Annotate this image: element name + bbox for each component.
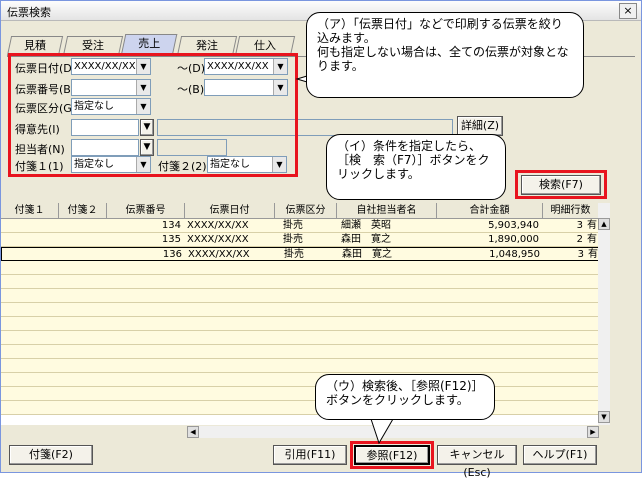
- reference-highlight: [350, 441, 434, 469]
- cell-staff: 細瀬 英昭: [341, 220, 391, 231]
- callout-c: （ウ）検索後、［参照(F12)］ボタンをクリックします。: [315, 374, 495, 420]
- cell-date: XXXX/XX/XX: [188, 249, 250, 260]
- cell-number: 134: [161, 220, 181, 231]
- col-tag1[interactable]: 付箋１: [1, 203, 59, 219]
- table-header: 付箋１ 付箋２ 伝票番号 伝票日付 伝票区分 自社担当者名 合計金額 明細行数: [1, 203, 599, 219]
- horizontal-scrollbar[interactable]: ◀ ▶: [187, 426, 599, 438]
- cell-lines: 2: [576, 234, 583, 245]
- window-title: 伝票検索: [7, 6, 51, 19]
- cell-lines: 3: [576, 220, 583, 231]
- scroll-right-icon[interactable]: ▶: [587, 426, 599, 438]
- table-row-empty: [1, 303, 599, 317]
- table-row-empty: [1, 317, 599, 331]
- table-row[interactable]: 135 XXXX/XX/XX 掛売 森田 寛之 1,890,000 2 有: [1, 233, 599, 247]
- cell-total: 5,903,940: [488, 220, 539, 231]
- cell-staff: 森田 寛之: [342, 249, 392, 260]
- scroll-up-icon[interactable]: ▲: [598, 218, 610, 230]
- table-row[interactable]: 134 XXXX/XX/XX 掛売 細瀬 英昭 5,903,940 3 有: [1, 219, 599, 233]
- close-button[interactable]: ×: [619, 3, 637, 19]
- table-row-empty: [1, 289, 599, 303]
- cancel-button[interactable]: キャンセル(Esc): [437, 445, 517, 479]
- scroll-down-icon[interactable]: ▼: [598, 411, 610, 423]
- callout-a: （ア）「伝票日付」などで印刷する伝票を絞り込みます。 何も指定しない場合は、全て…: [306, 12, 584, 98]
- cell-date: XXXX/XX/XX: [187, 234, 249, 245]
- col-number[interactable]: 伝票番号: [107, 203, 185, 219]
- cell-lines: 3: [577, 249, 584, 260]
- cell-date: XXXX/XX/XX: [187, 220, 249, 231]
- table-row-empty: [1, 275, 599, 289]
- slip-table[interactable]: 付箋１ 付箋２ 伝票番号 伝票日付 伝票区分 自社担当者名 合計金額 明細行数 …: [1, 203, 599, 425]
- table-row-empty: [1, 373, 599, 387]
- cell-total: 1,048,950: [489, 249, 540, 260]
- cell-type: 掛売: [284, 249, 304, 260]
- cell-total: 1,890,000: [488, 234, 539, 245]
- cell-number: 135: [161, 234, 181, 245]
- help-button[interactable]: ヘルプ(F1): [523, 445, 597, 465]
- col-staff[interactable]: 自社担当者名: [337, 203, 437, 219]
- cell-type: 掛売: [283, 234, 303, 245]
- cell-number: 136: [162, 249, 182, 260]
- table-row-empty: [1, 261, 599, 275]
- scroll-left-icon[interactable]: ◀: [187, 426, 199, 438]
- quote-button[interactable]: 引用(F11): [273, 445, 347, 465]
- col-type[interactable]: 伝票区分: [275, 203, 337, 219]
- detail-button[interactable]: 詳細(Z): [457, 116, 503, 136]
- filter-highlight: [8, 53, 298, 177]
- vertical-scrollbar[interactable]: ▲ ▼: [598, 203, 610, 425]
- col-lines[interactable]: 明細行数: [543, 203, 599, 219]
- table-row-empty: [1, 401, 599, 415]
- table-row-empty: [1, 345, 599, 359]
- col-date[interactable]: 伝票日付: [185, 203, 275, 219]
- table-row-empty: [1, 331, 599, 345]
- cell-type: 掛売: [283, 220, 303, 231]
- col-tag2[interactable]: 付箋２: [59, 203, 107, 219]
- search-highlight: [515, 170, 607, 199]
- cell-staff: 森田 寛之: [341, 234, 391, 245]
- search-window: 伝票検索 × 見積 受注 売上 発注 仕入 伝票日付(D) XXXX/XX/XX…: [0, 0, 642, 479]
- table-row-empty: [1, 359, 599, 373]
- table-row-empty: [1, 387, 599, 401]
- callout-b: （イ）条件を指定したら、［検 索（F7）］ボタンをクリックします。: [326, 134, 506, 200]
- tag-button[interactable]: 付箋(F2): [9, 445, 93, 465]
- col-total[interactable]: 合計金額: [437, 203, 543, 219]
- table-row-selected[interactable]: 136 XXXX/XX/XX 掛売 森田 寛之 1,048,950 3 有: [1, 247, 599, 261]
